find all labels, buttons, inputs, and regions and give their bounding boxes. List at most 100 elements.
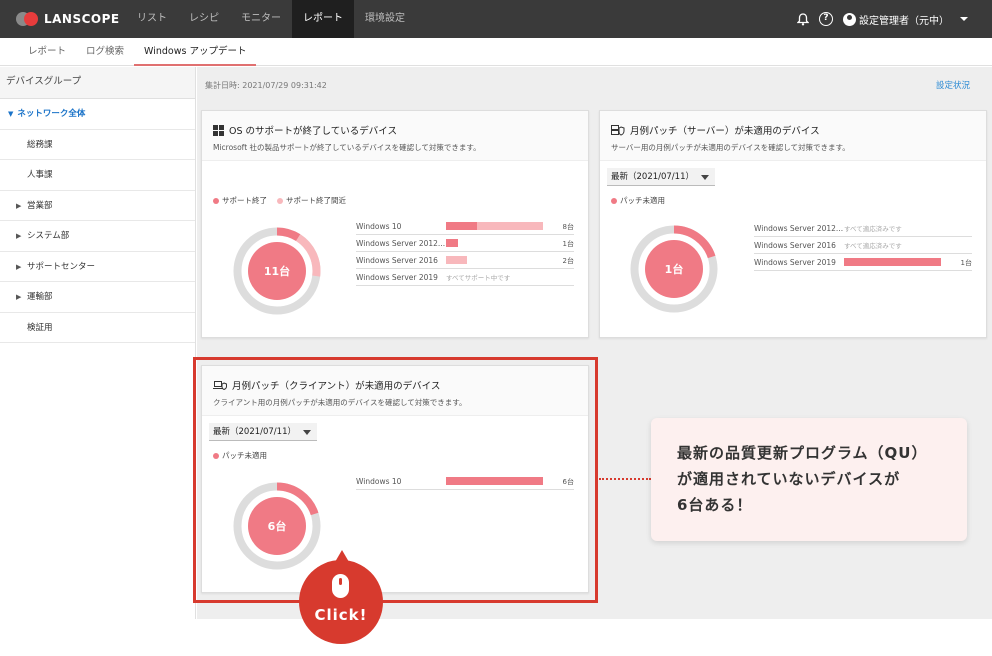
donut-chart[interactable]: 1台 (630, 225, 718, 317)
user-avatar-icon (843, 12, 856, 26)
bar-segment-primary (446, 239, 458, 247)
subnav-windows-update[interactable]: Windows アップデート (134, 38, 257, 66)
bar-list: Windows 10 8台 Windows Server 2012... 1台 Wind… (356, 218, 574, 286)
server-patch-card: 月例パッチ（サーバー）が未適用のデバイス サーバー用の月例パッチが未適用のデバイ… (599, 110, 987, 338)
donut-center-count: 11台 (264, 264, 290, 278)
topnav-list[interactable]: リスト (126, 0, 178, 38)
sidebar-item[interactable]: ▼ ネットワーク全体 (0, 99, 195, 130)
click-badge: Click! (299, 550, 383, 644)
caret-right-icon[interactable]: ▶ (16, 252, 21, 282)
topnav-recipe[interactable]: レシピ (178, 0, 230, 38)
sidebar-item[interactable]: ▶ 運輸部 (0, 282, 195, 313)
bar-row-label: Windows Server 2012... (356, 238, 446, 248)
bell-icon[interactable] (797, 12, 809, 26)
bar-row-note: すべて適応済みです (844, 225, 902, 233)
sidebar-item[interactable]: 検証用 (0, 313, 195, 343)
legend-item: パッチ未適用 (611, 195, 665, 206)
bar-list: Windows Server 2012... すべて適応済みです Windows S… (754, 220, 972, 271)
caret-right-icon[interactable]: ▶ (16, 191, 21, 221)
bar-row-note: すべてサポート中です (446, 274, 511, 282)
donut-svg: 1台 (630, 225, 718, 313)
bar-row-note: すべて適応済みです (844, 242, 902, 250)
device-group-sidebar: デバイスグループ ▼ ネットワーク全体 総務課 人事課 ▶ 営業部 ▶ システム部 ▶ サポートセ… (0, 67, 196, 619)
help-icon[interactable]: ? (819, 12, 833, 26)
sidebar-item[interactable]: ▶ 営業部 (0, 191, 195, 221)
bar-row-label: Windows Server 2016 (754, 240, 836, 250)
bar-track (844, 258, 972, 266)
bar-row-label: Windows Server 2016 (356, 255, 438, 265)
sidebar-item[interactable]: 総務課 (0, 130, 195, 160)
user-name: 設定管理者（元中） (859, 15, 949, 27)
subnav-report[interactable]: レポート (18, 38, 76, 66)
date-select[interactable]: 最新（2021/07/11） (607, 168, 715, 186)
legend-label: パッチ未適用 (620, 196, 665, 205)
aggregated-time: 集計日時: 2021/07/29 09:31:42 (205, 81, 327, 90)
sidebar-item[interactable]: ▶ サポートセンター (0, 252, 195, 282)
click-label: Click! (314, 606, 368, 624)
settings-status-link[interactable]: 設定状況 (936, 79, 970, 91)
bar-row[interactable]: Windows 10 8台 (356, 218, 574, 235)
topnav-monitor[interactable]: モニター (230, 0, 292, 38)
bar-segment-primary (446, 222, 478, 230)
sidebar-list: ▼ ネットワーク全体 総務課 人事課 ▶ 営業部 ▶ システム部 ▶ サポートセンター ▶ 運輸部 検証… (0, 99, 195, 343)
card-title: 月例パッチ（サーバー）が未適用のデバイス (611, 123, 976, 137)
donut-svg: 11台 (233, 227, 321, 315)
user-menu[interactable]: 設定管理者（元中） (843, 12, 970, 27)
sidebar-item-label: 人事課 (27, 170, 53, 180)
highlight-frame (193, 357, 598, 603)
sidebar-item-label: 総務課 (27, 139, 53, 150)
bar-row-count: 2台 (562, 257, 574, 265)
bar-row[interactable]: Windows Server 2016 2台 (356, 252, 574, 269)
legend-label: サポート終了 (222, 196, 267, 205)
callout-text: 最新の品質更新プログラム（QU） が適用されていないデバイスが 6台ある！ (677, 444, 928, 514)
top-bar: LANSCOPE リスト レシピ モニター レポート 環境設定 ? 設定管理者（… (0, 0, 992, 38)
sidebar-item[interactable]: ▶ システム部 (0, 221, 195, 252)
legend-dot-icon (611, 198, 617, 204)
card-title-text: 月例パッチ（サーバー）が未適用のデバイス (630, 126, 820, 137)
sidebar-item-label: 検証用 (27, 322, 53, 333)
bar-track (446, 222, 574, 230)
sidebar-item-label: 営業部 (27, 200, 53, 211)
mouse-icon (332, 574, 349, 598)
bar-segment-light (446, 256, 468, 264)
bar-row-count: 8台 (562, 223, 574, 231)
sidebar-item-label: システム部 (27, 231, 70, 241)
subnav-log-search[interactable]: ログ検索 (76, 38, 134, 66)
donut-center-count: 1台 (665, 262, 684, 276)
chart-legend: サポート終了 サポート終了間近 (213, 195, 346, 206)
legend-dot-icon (213, 198, 219, 204)
callout-connector (599, 478, 651, 480)
bar-row[interactable]: Windows Server 2012... 1台 (356, 235, 574, 252)
bar-row[interactable]: Windows Server 2012... すべて適応済みです (754, 220, 972, 237)
caret-right-icon[interactable]: ▶ (16, 221, 21, 251)
bar-segment-light (477, 222, 544, 230)
legend-label: サポート終了間近 (286, 196, 346, 205)
topnav-report[interactable]: レポート (292, 0, 354, 38)
topnav-settings[interactable]: 環境設定 (354, 0, 416, 38)
card-header: OS のサポートが終了しているデバイス Microsoft 社の製品サポートが終… (202, 111, 588, 161)
caret-right-icon[interactable]: ▶ (16, 282, 21, 312)
caret-down-icon[interactable]: ▼ (8, 110, 13, 118)
card-header: 月例パッチ（サーバー）が未適用のデバイス サーバー用の月例パッチが未適用のデバイ… (600, 111, 986, 161)
legend-dot-icon (277, 198, 283, 204)
bar-track (446, 239, 574, 247)
os-support-card: OS のサポートが終了しているデバイス Microsoft 社の製品サポートが終… (201, 110, 589, 338)
lanscope-logo[interactable]: LANSCOPE (16, 11, 120, 27)
bar-row-label: Windows Server 2019 (754, 257, 836, 267)
sub-nav: レポート ログ検索 Windows アップデート (0, 38, 992, 66)
sidebar-item-label: 運輸部 (27, 292, 53, 302)
card-description: サーバー用の月例パッチが未適用のデバイスを確認して対策できます。 (611, 143, 850, 152)
donut-chart[interactable]: 11台 (233, 227, 321, 319)
legend-item: サポート終了間近 (277, 195, 346, 206)
bar-row[interactable]: Windows Server 2016 すべて適応済みです (754, 237, 972, 254)
legend-item: サポート終了 (213, 195, 267, 206)
bar-row[interactable]: Windows Server 2019 1台 (754, 254, 972, 271)
sidebar-item[interactable]: 人事課 (0, 160, 195, 191)
server-shield-icon (611, 124, 625, 136)
card-title-text: OS のサポートが終了しているデバイス (229, 126, 397, 137)
bar-row[interactable]: Windows Server 2019 すべてサポート中です (356, 269, 574, 286)
bar-row-count: 1台 (960, 259, 972, 267)
top-right-tools: ? 設定管理者（元中） (797, 0, 970, 38)
top-nav: リスト レシピ モニター レポート 環境設定 (126, 0, 416, 38)
bar-row-count: 1台 (562, 240, 574, 248)
